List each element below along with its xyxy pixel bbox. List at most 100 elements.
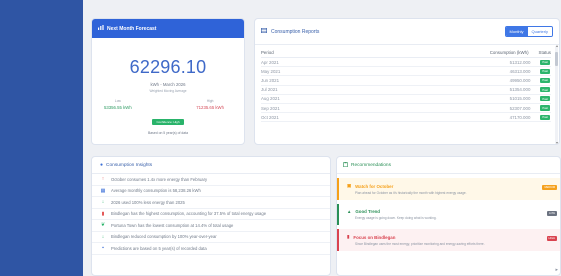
low-value: 53356.55 kWh bbox=[104, 105, 132, 110]
confidence-badge: Confidence: High bbox=[152, 119, 184, 125]
insights-card: ● Consumption Insights ↑ October consumes… bbox=[91, 156, 331, 276]
status-badge: Past bbox=[540, 59, 550, 65]
building-icon: ▮ bbox=[101, 210, 105, 217]
row-consumption: 47170.000 bbox=[509, 114, 531, 120]
row-consumption: 51015.000 bbox=[509, 96, 531, 102]
insight-text: Predictions are based on 5 year(s) of re… bbox=[111, 245, 207, 251]
arrow-down-icon: ↓ bbox=[101, 199, 105, 206]
status-badge: Past bbox=[540, 87, 550, 93]
row-consumption: 51312.000 bbox=[509, 59, 531, 65]
forecast-header: Next Month Forecast bbox=[92, 19, 244, 38]
chart-icon bbox=[98, 25, 104, 32]
lightbulb-icon: ● bbox=[100, 162, 104, 168]
leaf-icon: ❦ bbox=[100, 222, 106, 229]
recommendations-header: Recommendations bbox=[337, 157, 560, 174]
insight-item: ▦ Average monthly consumption is 58,238.2… bbox=[92, 186, 330, 197]
row-period: Oct 2021 bbox=[261, 114, 279, 120]
insight-item: ▮ Bindlegan has the highest consumption, … bbox=[92, 209, 330, 220]
insight-text: Average monthly consumption is 58,238.26… bbox=[111, 188, 201, 194]
forecast-card: Next Month Forecast 62296.10 kWh - March… bbox=[91, 18, 245, 145]
quarterly-button[interactable]: Quarterly bbox=[527, 27, 552, 36]
table-row: Jun 2021 49950.000 Past bbox=[261, 76, 551, 86]
clipboard-icon bbox=[343, 161, 348, 169]
row-period: Apr 2021 bbox=[261, 59, 279, 65]
arrow-down-icon: ↓ bbox=[101, 233, 105, 240]
row-consumption: 46313.000 bbox=[509, 68, 531, 74]
recommendations-card: Recommendations ▣ Watch for October Plan a… bbox=[336, 156, 561, 276]
table-scrollbar[interactable] bbox=[555, 46, 558, 144]
row-period: Jun 2021 bbox=[261, 77, 280, 83]
insight-text: October consumes 1.4x more energy than F… bbox=[111, 176, 208, 182]
row-period: Jul 2021 bbox=[261, 87, 278, 93]
reports-title: Consumption Reports bbox=[271, 28, 320, 35]
scroll-thumb[interactable] bbox=[555, 52, 558, 66]
high-bound: High 71235.65 kWh bbox=[196, 99, 224, 110]
recommendation-desc: Since Bindlegan uses the most energy, pr… bbox=[355, 242, 485, 246]
high-label: High bbox=[206, 99, 214, 103]
low-label: Low bbox=[114, 99, 121, 103]
insight-text: Bindlegan reduced consumption by 100% ye… bbox=[111, 234, 217, 240]
table-header: Period Consumption (kWh) Status bbox=[261, 50, 551, 58]
recommendation-desc: Plan ahead for October as it's historica… bbox=[355, 191, 467, 195]
insight-item: ↓ Bindlegan reduced consumption by 100% y… bbox=[92, 232, 330, 243]
thumbs-up-icon: ▲ bbox=[347, 209, 352, 214]
table-row: Sep 2021 52307.000 Past bbox=[261, 104, 551, 114]
table-row: Oct 2021 47170.000 Past bbox=[261, 113, 551, 123]
insights-title: Consumption Insights bbox=[106, 162, 153, 168]
recommendation-item: ▮ Focus on Bindlegan Since Bindlegan uses … bbox=[337, 229, 560, 251]
row-consumption: 51354.000 bbox=[509, 87, 531, 93]
insight-item: ❦ Portuna Town has the lowest consumption… bbox=[92, 220, 330, 232]
row-consumption: 49950.000 bbox=[509, 77, 531, 83]
forecast-title: Next Month Forecast bbox=[107, 25, 157, 32]
row-period: Sep 2021 bbox=[261, 105, 280, 111]
row-consumption: 52307.000 bbox=[509, 105, 531, 111]
priority-badge: HIGH bbox=[546, 236, 557, 241]
reports-table: Period Consumption (kWh) Status Apr 2021… bbox=[255, 45, 559, 123]
forecast-basis: Based on 5 year(s) of data bbox=[148, 131, 188, 135]
priority-badge: MEDIUM bbox=[542, 185, 557, 190]
status-badge: Past bbox=[540, 77, 550, 84]
row-period: Aug 2021 bbox=[261, 96, 280, 102]
main-content: Next Month Forecast 62296.10 kWh - March… bbox=[83, 0, 561, 276]
priority-badge: LOW bbox=[547, 211, 557, 216]
status-badge: Past bbox=[540, 114, 550, 120]
table-row: Jul 2021 51354.000 Past bbox=[261, 86, 551, 95]
status-badge: Past bbox=[540, 105, 550, 111]
table-row: Apr 2021 51312.000 Past bbox=[261, 58, 551, 68]
recommendations-title: Recommendations bbox=[351, 162, 391, 168]
period-toggle: Monthly Quarterly bbox=[504, 26, 553, 37]
arrow-up-icon: ↑ bbox=[101, 176, 105, 183]
table-row: May 2021 46313.000 Past bbox=[261, 67, 551, 77]
forecast-value: 62296.10 bbox=[129, 57, 207, 77]
status-badge: Past bbox=[540, 68, 550, 74]
info-icon: ▪ bbox=[102, 245, 104, 252]
building-icon: ▮ bbox=[347, 234, 350, 239]
calendar-icon: ▣ bbox=[347, 183, 352, 188]
scroll-down-icon[interactable]: ▸ bbox=[555, 267, 558, 273]
status-badge: Past bbox=[540, 96, 550, 102]
recommendation-title: Good Trend bbox=[355, 209, 380, 214]
reports-card: Consumption Reports Monthly Quarterly Pe… bbox=[254, 18, 560, 145]
table-icon bbox=[261, 28, 268, 35]
column-consumption: Consumption (kWh) bbox=[489, 50, 529, 55]
recommendation-desc: Energy usage is going down. Keep doing w… bbox=[355, 216, 437, 220]
column-period: Period bbox=[261, 50, 274, 55]
low-bound: Low 53356.55 kWh bbox=[104, 99, 132, 110]
scroll-down-icon[interactable]: ▾ bbox=[556, 140, 558, 144]
sidebar bbox=[0, 0, 83, 276]
recommendation-item: ▲ Good Trend Energy usage is going down. K… bbox=[337, 204, 560, 225]
insight-text: Portuna Town has the lowest consumption … bbox=[111, 222, 234, 228]
insight-item: ↓ 2026 used 100% less energy than 2025 bbox=[92, 197, 330, 209]
high-value: 71235.65 kWh bbox=[196, 105, 224, 110]
row-period: May 2021 bbox=[261, 68, 281, 74]
chart-icon: ▦ bbox=[100, 187, 106, 194]
reports-header: Consumption Reports bbox=[261, 28, 319, 35]
table-row: Aug 2021 51015.000 Past bbox=[261, 95, 551, 104]
insight-text: Bindlegan has the highest consumption, a… bbox=[111, 211, 267, 217]
insight-item: ▪ Predictions are based on 5 year(s) of r… bbox=[92, 243, 330, 255]
monthly-button[interactable]: Monthly bbox=[505, 27, 528, 36]
scroll-up-icon[interactable]: ▴ bbox=[556, 43, 558, 48]
column-status: Status bbox=[538, 50, 551, 55]
recommendation-item: ▣ Watch for October Plan ahead for October… bbox=[337, 178, 560, 200]
insight-text: 2026 used 100% less energy than 2025 bbox=[111, 199, 185, 205]
